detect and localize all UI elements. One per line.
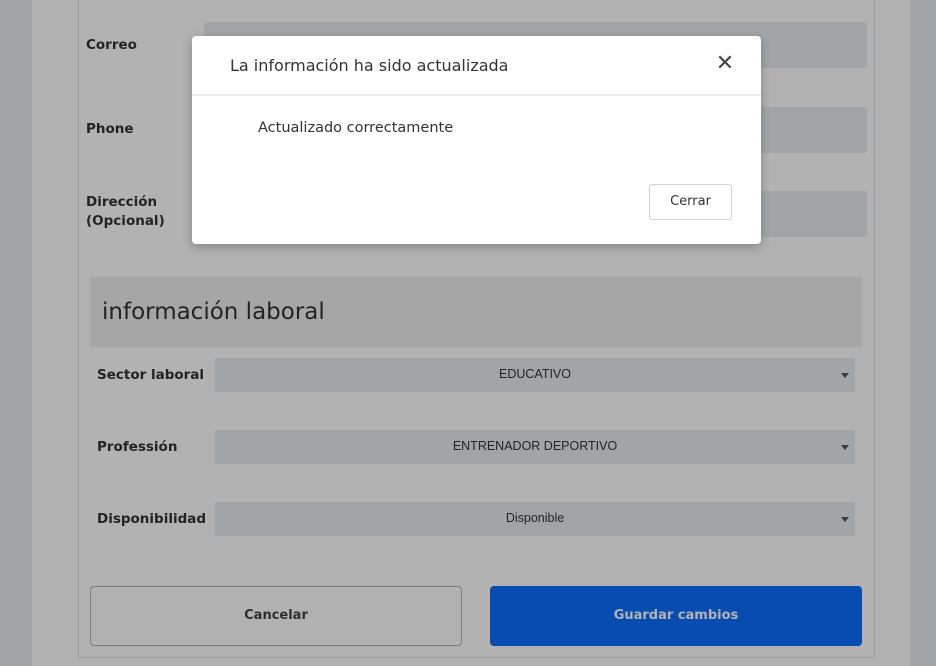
modal-close-button[interactable]: Cerrar: [649, 184, 732, 220]
close-icon[interactable]: ✕: [714, 52, 736, 74]
modal-divider: [192, 94, 761, 96]
success-modal: La información ha sido actualizada ✕ Act…: [192, 36, 761, 244]
modal-message: Actualizado correctamente: [258, 120, 454, 136]
modal-title: La información ha sido actualizada: [230, 56, 509, 75]
